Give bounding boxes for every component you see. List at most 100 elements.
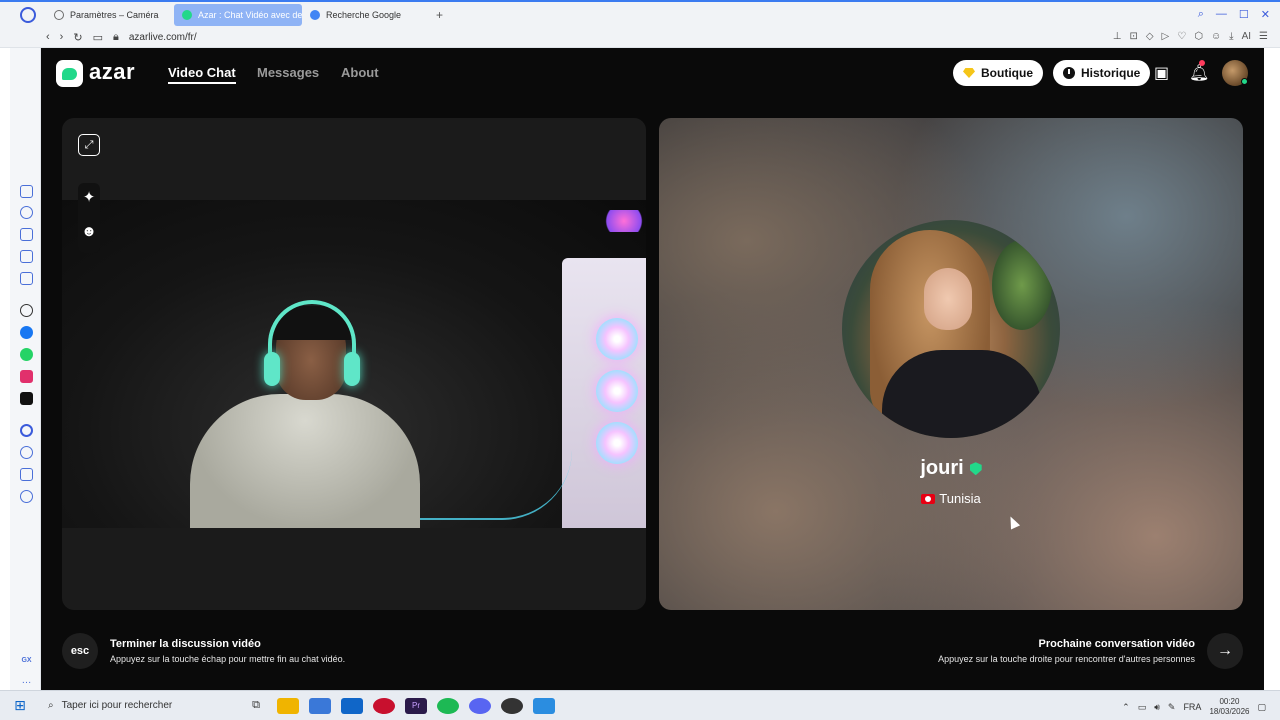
pen-icon[interactable]: ✎ — [1168, 702, 1176, 713]
sidebar-item-notes-icon[interactable] — [20, 272, 33, 285]
gear-icon — [54, 10, 64, 20]
sidebar-item-twitch-icon[interactable] — [20, 228, 33, 241]
ai-button[interactable]: AI — [1242, 31, 1251, 42]
language-indicator[interactable]: FRA — [1183, 702, 1201, 712]
sidebar-item-opera-icon[interactable] — [20, 424, 33, 437]
historique-button[interactable]: Historique — [1053, 60, 1151, 86]
azar-logo-icon[interactable] — [56, 60, 83, 87]
sidebar-gx-label[interactable]: GX — [20, 654, 33, 667]
minimize-icon[interactable]: — — [1216, 8, 1227, 21]
inbox-icon[interactable]: ▣ — [1154, 63, 1169, 83]
bell-icon[interactable]: 🔔︎ — [1189, 63, 1209, 83]
sidebar-item-messenger-icon[interactable] — [20, 326, 33, 339]
sidebar-more-icon[interactable]: … — [20, 674, 33, 687]
outlook-icon[interactable] — [341, 697, 363, 714]
snapshot-icon[interactable]: ⊡ — [1129, 31, 1137, 42]
play-icon[interactable]: ▷ — [1162, 31, 1170, 42]
notifications-icon[interactable]: ▢ — [1257, 702, 1266, 713]
historique-label: Historique — [1081, 66, 1141, 80]
taskbar-search[interactable]: ⌕ Taper ici pour rechercher — [40, 691, 240, 720]
volume-icon[interactable]: 🔊︎ — [1154, 702, 1160, 713]
sidebar-item-tiktok-icon[interactable] — [20, 392, 33, 405]
chevron-up-icon[interactable]: ⌃ — [1122, 702, 1130, 713]
sidebar-item-whatsapp-icon[interactable] — [20, 348, 33, 361]
online-status-dot — [1241, 78, 1248, 85]
opera-gx-icon[interactable] — [373, 697, 395, 714]
boutique-button[interactable]: Boutique — [953, 60, 1043, 86]
tab-camera-settings[interactable]: Paramètres – Caméra — [46, 4, 174, 26]
app-icon[interactable] — [533, 697, 555, 714]
search-icon[interactable]: ⌕ — [1198, 8, 1204, 21]
app-header: azar Video Chat Messages About Boutique … — [41, 48, 1264, 98]
sidebar-item-history-icon[interactable] — [20, 446, 33, 459]
logo-blob — [62, 67, 77, 80]
person-body — [190, 394, 420, 528]
azar-app: azar Video Chat Messages About Boutique … — [41, 48, 1264, 690]
nav-messages[interactable]: Messages — [257, 65, 319, 80]
photo-face — [924, 268, 972, 330]
sidebar-item-player-icon[interactable] — [20, 185, 33, 198]
tab-google[interactable]: Recherche Google — [302, 4, 430, 26]
search-icon: ⌕ — [48, 700, 54, 711]
pc-fan — [596, 422, 638, 464]
file-explorer-icon[interactable] — [277, 697, 299, 714]
network-icon[interactable]: ▭ — [1138, 702, 1147, 713]
match-country-row: Tunisia — [659, 491, 1243, 506]
sidebar-item-settings-icon[interactable] — [20, 490, 33, 503]
pc-light — [602, 210, 646, 232]
logo-text[interactable]: azar — [89, 59, 135, 85]
gem-icon — [963, 68, 975, 78]
self-camera-feed — [62, 200, 646, 528]
browser-logo-icon[interactable] — [20, 7, 36, 23]
forward-icon[interactable]: › — [60, 31, 64, 44]
profile-icon[interactable]: ☺ — [1211, 31, 1221, 42]
task-view-icon[interactable]: ⧉ — [245, 698, 267, 714]
azar-favicon-icon — [182, 10, 192, 20]
premiere-icon[interactable]: Pr — [405, 697, 427, 714]
sidebar-item-chatgpt-icon[interactable] — [20, 304, 33, 317]
back-icon[interactable]: ‹ — [46, 31, 50, 44]
esc-button[interactable]: esc — [62, 633, 98, 669]
menu-icon[interactable]: ☰ — [1259, 31, 1268, 42]
url-field[interactable]: azarlive.com/fr/ — [129, 32, 197, 43]
taskbar-clock[interactable]: 00:20 18/03/2026 — [1209, 697, 1249, 717]
sidebar-item-instagram-icon[interactable] — [20, 370, 33, 383]
next-button[interactable]: → — [1207, 633, 1243, 669]
end-chat-title: Terminer la discussion vidéo — [110, 638, 261, 650]
camera-icon[interactable]: ▭ — [93, 31, 103, 44]
headset-band — [268, 300, 356, 360]
reload-icon[interactable]: ↻ — [73, 31, 82, 44]
extensions-icon[interactable]: ⬡ — [1194, 31, 1203, 42]
sidebar-edge — [0, 48, 10, 690]
expand-icon[interactable]: ⤢ — [78, 134, 100, 156]
close-icon[interactable]: ✕ — [1261, 8, 1270, 21]
sidebar-item-pinboard-icon[interactable] — [20, 250, 33, 263]
pc-case — [562, 258, 646, 528]
match-panel: jouri Tunisia — [659, 118, 1243, 610]
time: 00:20 — [1219, 697, 1240, 706]
pin-icon[interactable]: ⊥ — [1113, 31, 1122, 42]
sidebar-item-refresh-icon[interactable] — [20, 206, 33, 219]
new-tab-button[interactable]: + — [436, 8, 443, 22]
window-controls: ⌕ — ☐ ✕ — [1198, 8, 1270, 21]
shield-icon[interactable]: ◇ — [1146, 31, 1154, 42]
nav-about[interactable]: About — [341, 65, 379, 80]
system-tray: ⌃ ▭ 🔊︎ ✎ FRA 00:20 18/03/2026 ▢ — [1122, 697, 1266, 717]
face-filter-icon[interactable]: ☻ — [78, 220, 100, 242]
chrome-icon[interactable] — [501, 697, 523, 714]
store-icon[interactable] — [309, 697, 331, 714]
download-icon[interactable]: ⤓ — [1229, 31, 1233, 42]
spotify-icon[interactable] — [437, 697, 459, 714]
heart-icon[interactable]: ♡ — [1177, 31, 1186, 42]
magic-wand-icon[interactable]: ✦ — [78, 186, 100, 208]
nav-video-chat[interactable]: Video Chat — [168, 65, 236, 84]
browser-tab-bar: Paramètres – Caméra Azar : Chat Vidéo av… — [0, 0, 1280, 28]
maximize-icon[interactable]: ☐ — [1239, 8, 1249, 21]
start-button[interactable]: ⊞ — [0, 691, 40, 720]
notification-badge — [1199, 60, 1205, 66]
tab-azar[interactable]: Azar : Chat Vidéo avec des — [174, 4, 302, 26]
discord-icon[interactable] — [469, 697, 491, 714]
match-name-row: jouri — [659, 457, 1243, 480]
sidebar-item-extensions-icon[interactable] — [20, 468, 33, 481]
headset-left — [264, 352, 280, 386]
